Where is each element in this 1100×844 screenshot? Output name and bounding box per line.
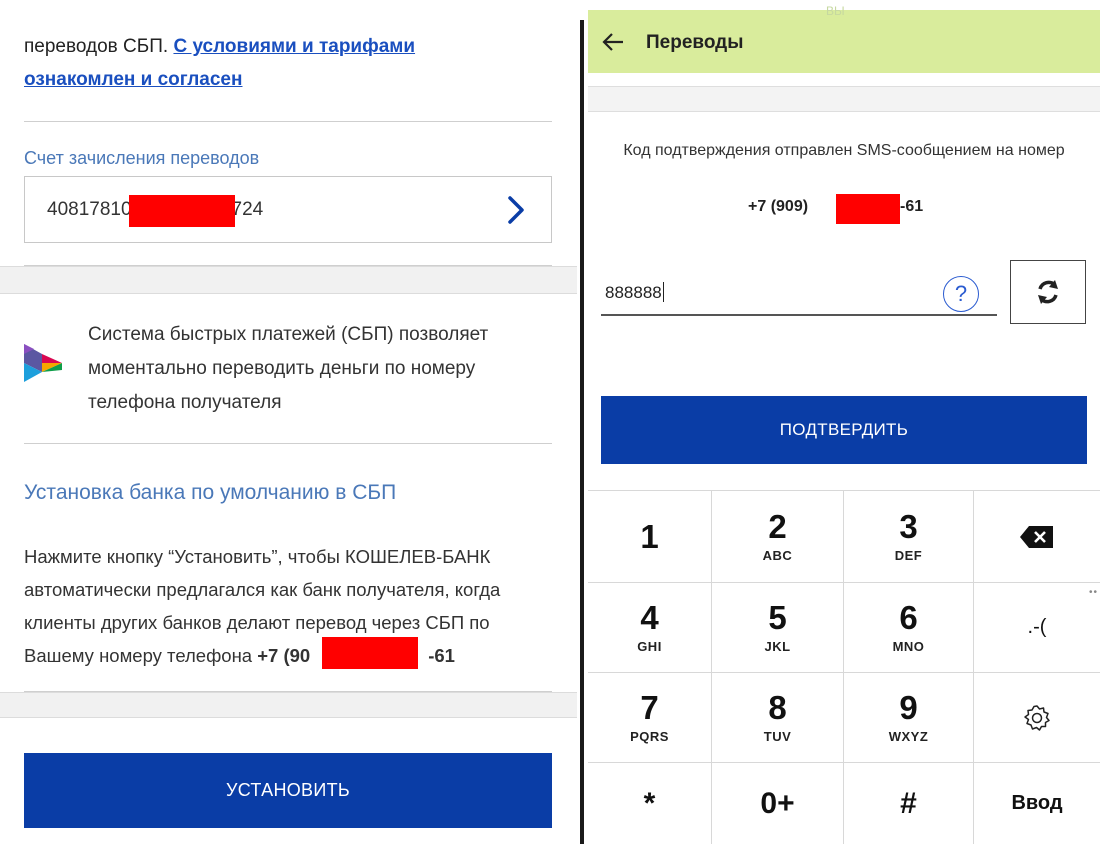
account-selector[interactable]: 40817810 724 xyxy=(24,176,552,243)
sbp-logo-icon xyxy=(24,344,62,382)
left-screen: переводов СБП. С условиями и тарифами озн… xyxy=(0,0,577,844)
default-bank-title: Установка банка по умолчанию в СБП xyxy=(24,481,397,504)
terms-agreement: переводов СБП. С условиями и тарифами озн… xyxy=(24,30,544,96)
redaction-block xyxy=(322,637,418,669)
sms-code-input[interactable]: 888888 ? xyxy=(601,270,997,316)
right-screen: ВЫ Переводы Код подтверждения отправлен … xyxy=(588,0,1100,844)
key-punctuation[interactable]: .-(•• xyxy=(974,583,1100,673)
sms-code-value: 888888 xyxy=(605,282,664,302)
section-separator xyxy=(0,692,577,718)
key-0[interactable]: 0+ xyxy=(712,763,844,844)
key-enter[interactable]: Ввод xyxy=(974,763,1100,844)
key-4[interactable]: 4 GHI xyxy=(588,583,712,673)
sms-message: Код подтверждения отправлен SMS-сообщени… xyxy=(623,142,1065,159)
account-label: Счет зачисления переводов xyxy=(24,148,260,168)
numeric-keypad: 1 2 ABC 3 DEF 4 GHI 5 JKL 6 MNO .-(•• 7 PQRS 8… xyxy=(588,490,1100,844)
back-arrow-icon[interactable] xyxy=(602,32,624,52)
refresh-icon xyxy=(1038,280,1058,304)
key-settings[interactable] xyxy=(974,673,1100,763)
confirm-button[interactable]: ПОДТВЕРДИТЬ xyxy=(601,396,1087,464)
more-dots: •• xyxy=(1088,587,1098,598)
redaction-block xyxy=(129,195,235,227)
help-icon[interactable]: ? xyxy=(943,276,979,312)
key-6[interactable]: 6 MNO xyxy=(844,583,974,673)
sbp-description: Система быстрых платежей (СБП) позволяет… xyxy=(88,324,489,413)
key-backspace[interactable] xyxy=(974,491,1100,583)
chevron-right-icon xyxy=(508,196,524,224)
key-8[interactable]: 8 TUV xyxy=(712,673,844,763)
install-button[interactable]: УСТАНОВИТЬ xyxy=(24,753,552,828)
key-star[interactable]: * xyxy=(588,763,712,844)
key-5[interactable]: 5 JKL xyxy=(712,583,844,673)
key-3[interactable]: 3 DEF xyxy=(844,491,974,583)
key-2[interactable]: 2 ABC xyxy=(712,491,844,583)
key-hash[interactable]: # xyxy=(844,763,974,844)
divider xyxy=(24,443,552,444)
gear-icon xyxy=(1024,704,1050,731)
section-separator xyxy=(0,266,577,294)
redaction-block xyxy=(836,194,900,224)
page-title: Переводы xyxy=(646,32,744,53)
app-bar: ВЫ Переводы xyxy=(588,4,1100,73)
divider xyxy=(24,121,552,122)
sms-phone: +7 (909) -61 xyxy=(588,194,1100,224)
terms-prefix: переводов СБП. xyxy=(24,36,174,57)
key-1[interactable]: 1 xyxy=(588,491,712,583)
panel-divider xyxy=(580,20,584,844)
key-9[interactable]: 9 WXYZ xyxy=(844,673,974,763)
refresh-code-button[interactable] xyxy=(1010,260,1086,324)
section-separator xyxy=(588,86,1100,112)
key-7[interactable]: 7 PQRS xyxy=(588,673,712,763)
backspace-icon xyxy=(1020,525,1053,548)
default-bank-description: Нажмите кнопку “Установить”, чтобы КОШЕЛ… xyxy=(24,546,501,666)
appbar-faded-text: ВЫ xyxy=(826,4,845,18)
